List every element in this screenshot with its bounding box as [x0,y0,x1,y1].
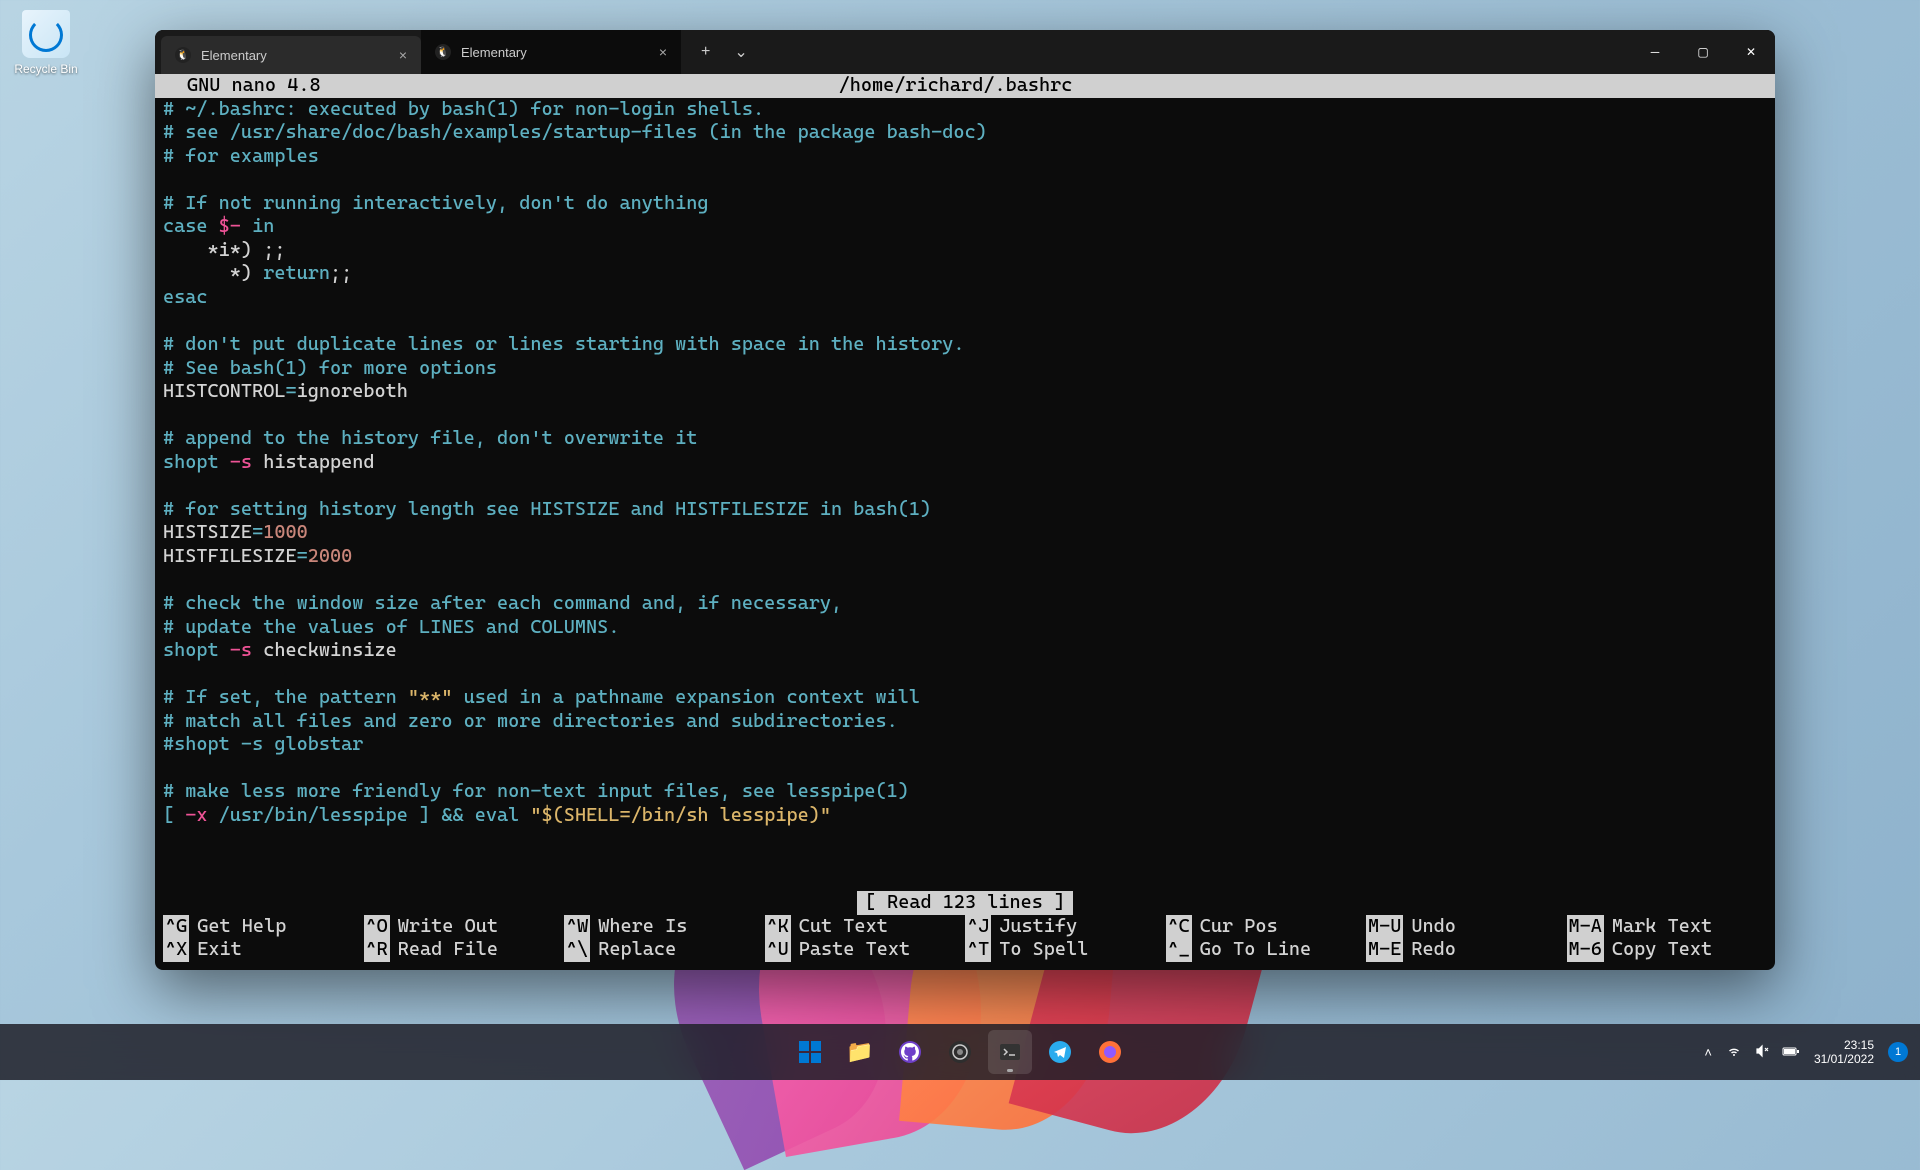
nano-file-path: /home/richard/.bashrc [839,74,1073,98]
recycle-bin-icon [22,10,70,58]
notification-badge[interactable]: 1 [1888,1042,1908,1062]
maximize-button[interactable]: ▢ [1679,30,1727,74]
nano-shortcut: ^GGet Help [163,915,364,939]
telegram-button[interactable] [1038,1030,1082,1074]
tray-expand-button[interactable]: ˄ [1704,1045,1712,1060]
nano-status: [ Read 123 lines ] [857,891,1073,915]
date: 31/01/2022 [1814,1052,1874,1066]
file-explorer-button[interactable]: 📁 [838,1030,882,1074]
taskbar: 📁 ˄ 23:15 [0,1024,1920,1080]
github-icon [898,1040,922,1064]
nano-status-line: [ Read 123 lines ] [155,891,1775,915]
wifi-icon[interactable] [1726,1043,1742,1062]
nano-shortcut: M-6Copy Text [1567,938,1768,962]
recycle-bin-label: Recycle Bin [10,62,82,76]
nano-shortcut: ^XExit [163,938,364,962]
windows-icon [799,1041,821,1063]
nano-shortcut: ^WWhere Is [564,915,765,939]
nano-shortcut: ^JJustify [965,915,1166,939]
terminal-icon [998,1040,1022,1064]
tab-label: Elementary [201,48,267,63]
terminal-body[interactable]: GNU nano 4.8 /home/richard/.bashrc # ~/.… [155,74,1775,970]
taskbar-center: 📁 [788,1030,1132,1074]
nano-shortcut: ^TTo Spell [965,938,1166,962]
close-icon[interactable]: × [659,44,667,60]
battery-icon[interactable] [1782,1043,1800,1062]
title-bar: 🐧 Elementary × 🐧 Elementary × + ⌄ ─ ▢ ✕ [155,30,1775,74]
terminal-window: 🐧 Elementary × 🐧 Elementary × + ⌄ ─ ▢ ✕ … [155,30,1775,970]
obs-icon [948,1040,972,1064]
nano-shortcut: M-AMark Text [1567,915,1768,939]
nano-shortcut-bar: ^GGet Help^OWrite Out^WWhere Is^KCut Tex… [155,915,1775,970]
firefox-button[interactable] [1088,1030,1132,1074]
editor-content[interactable]: # ~/.bashrc: executed by bash(1) for non… [155,98,1775,892]
close-icon[interactable]: × [399,47,407,63]
recycle-bin[interactable]: Recycle Bin [10,10,82,76]
nano-shortcut: M-UUndo [1366,915,1567,939]
tab-controls: + ⌄ [681,38,768,66]
volume-icon[interactable] [1754,1043,1770,1062]
nano-shortcut: ^KCut Text [765,915,966,939]
tab-active[interactable]: 🐧 Elementary × [421,30,681,74]
taskbar-right: ˄ 23:15 31/01/2022 1 [1704,1038,1908,1067]
minimize-button[interactable]: ─ [1631,30,1679,74]
nano-shortcut: ^RRead File [364,938,565,962]
nano-title: GNU nano 4.8 [187,74,321,98]
terminal-button[interactable] [988,1030,1032,1074]
obs-button[interactable] [938,1030,982,1074]
nano-shortcut: ^UPaste Text [765,938,966,962]
window-controls: ─ ▢ ✕ [1631,30,1775,74]
tux-icon: 🐧 [435,44,451,60]
time: 23:15 [1814,1038,1874,1052]
nano-header: GNU nano 4.8 /home/richard/.bashrc [155,74,1775,98]
tabs: 🐧 Elementary × 🐧 Elementary × [155,30,681,74]
tab-label: Elementary [461,45,527,60]
tab-dropdown-button[interactable]: ⌄ [726,38,755,66]
firefox-icon [1098,1040,1122,1064]
clock[interactable]: 23:15 31/01/2022 [1814,1038,1874,1067]
tray-icons [1726,1043,1800,1062]
nano-shortcut: ^_Go To Line [1166,938,1367,962]
github-desktop-button[interactable] [888,1030,932,1074]
nano-shortcut: ^CCur Pos [1166,915,1367,939]
tab-inactive[interactable]: 🐧 Elementary × [161,36,421,74]
nano-shortcut: ^OWrite Out [364,915,565,939]
tux-icon: 🐧 [175,47,191,63]
close-button[interactable]: ✕ [1727,30,1775,74]
nano-shortcut: M-ERedo [1366,938,1567,962]
nano-shortcut: ^\Replace [564,938,765,962]
start-button[interactable] [788,1030,832,1074]
telegram-icon [1048,1040,1072,1064]
new-tab-button[interactable]: + [693,39,718,65]
